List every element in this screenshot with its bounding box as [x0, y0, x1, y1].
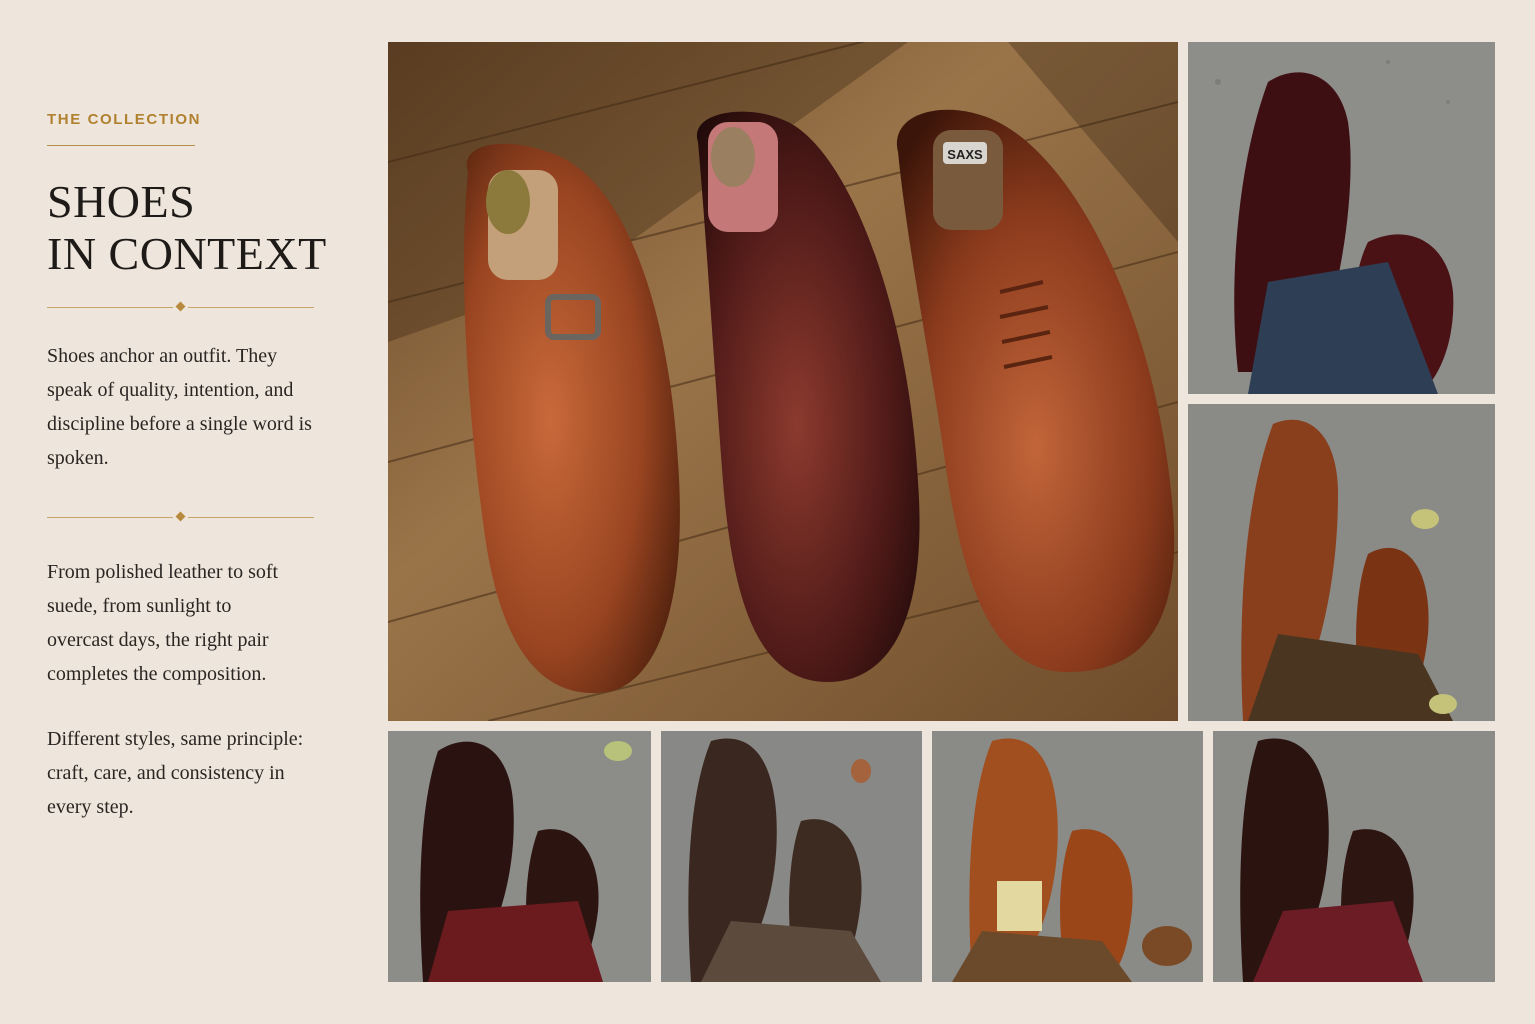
gallery-tile [932, 731, 1203, 982]
eyebrow-label: THE COLLECTION [47, 111, 202, 128]
body-paragraph-2: Different styles, same principle: craft,… [47, 728, 304, 818]
page-title: SHOES IN CONTEXT [47, 176, 327, 280]
gallery-tile [1213, 731, 1495, 982]
body-paragraph-1: From polished leather to soft suede, fro… [47, 561, 279, 685]
gallery-tile [388, 731, 651, 982]
title-line-2: IN CONTEXT [47, 228, 327, 279]
hero-photo: SAXS [388, 42, 1178, 721]
ornament-divider [47, 301, 314, 313]
ornament-divider [47, 511, 314, 523]
eyebrow-rule [47, 145, 195, 146]
gallery-tile [661, 731, 922, 982]
diamond-icon [175, 301, 186, 312]
title-line-1: SHOES [47, 176, 196, 227]
shoe-tree-label: SAXS [947, 147, 983, 162]
intro-paragraph: Shoes anchor an outfit. They speak of qu… [47, 345, 312, 469]
gallery-tile [1188, 42, 1495, 394]
gallery-tile [1188, 404, 1495, 721]
diamond-icon [175, 511, 186, 522]
